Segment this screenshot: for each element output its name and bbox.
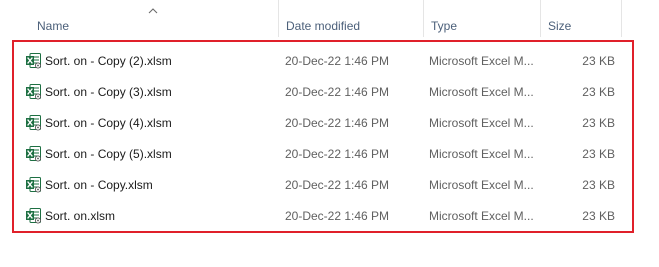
annotation-highlight-box — [12, 40, 634, 233]
column-header-date-modified-label: Date modified — [286, 19, 361, 33]
column-header-size[interactable]: Size — [541, 0, 622, 37]
file-explorer-details-pane: Name Date modified Type Size Sort. on - … — [0, 0, 659, 267]
column-header-size-label: Size — [548, 19, 572, 33]
column-header-name-label: Name — [37, 19, 70, 33]
column-header-date-modified[interactable]: Date modified — [279, 0, 424, 37]
sort-ascending-icon — [148, 8, 158, 14]
column-header-type-label: Type — [431, 19, 458, 33]
column-header-type[interactable]: Type — [424, 0, 541, 37]
column-header-row: Name Date modified Type Size — [0, 0, 622, 37]
column-header-name[interactable]: Name — [30, 0, 279, 37]
